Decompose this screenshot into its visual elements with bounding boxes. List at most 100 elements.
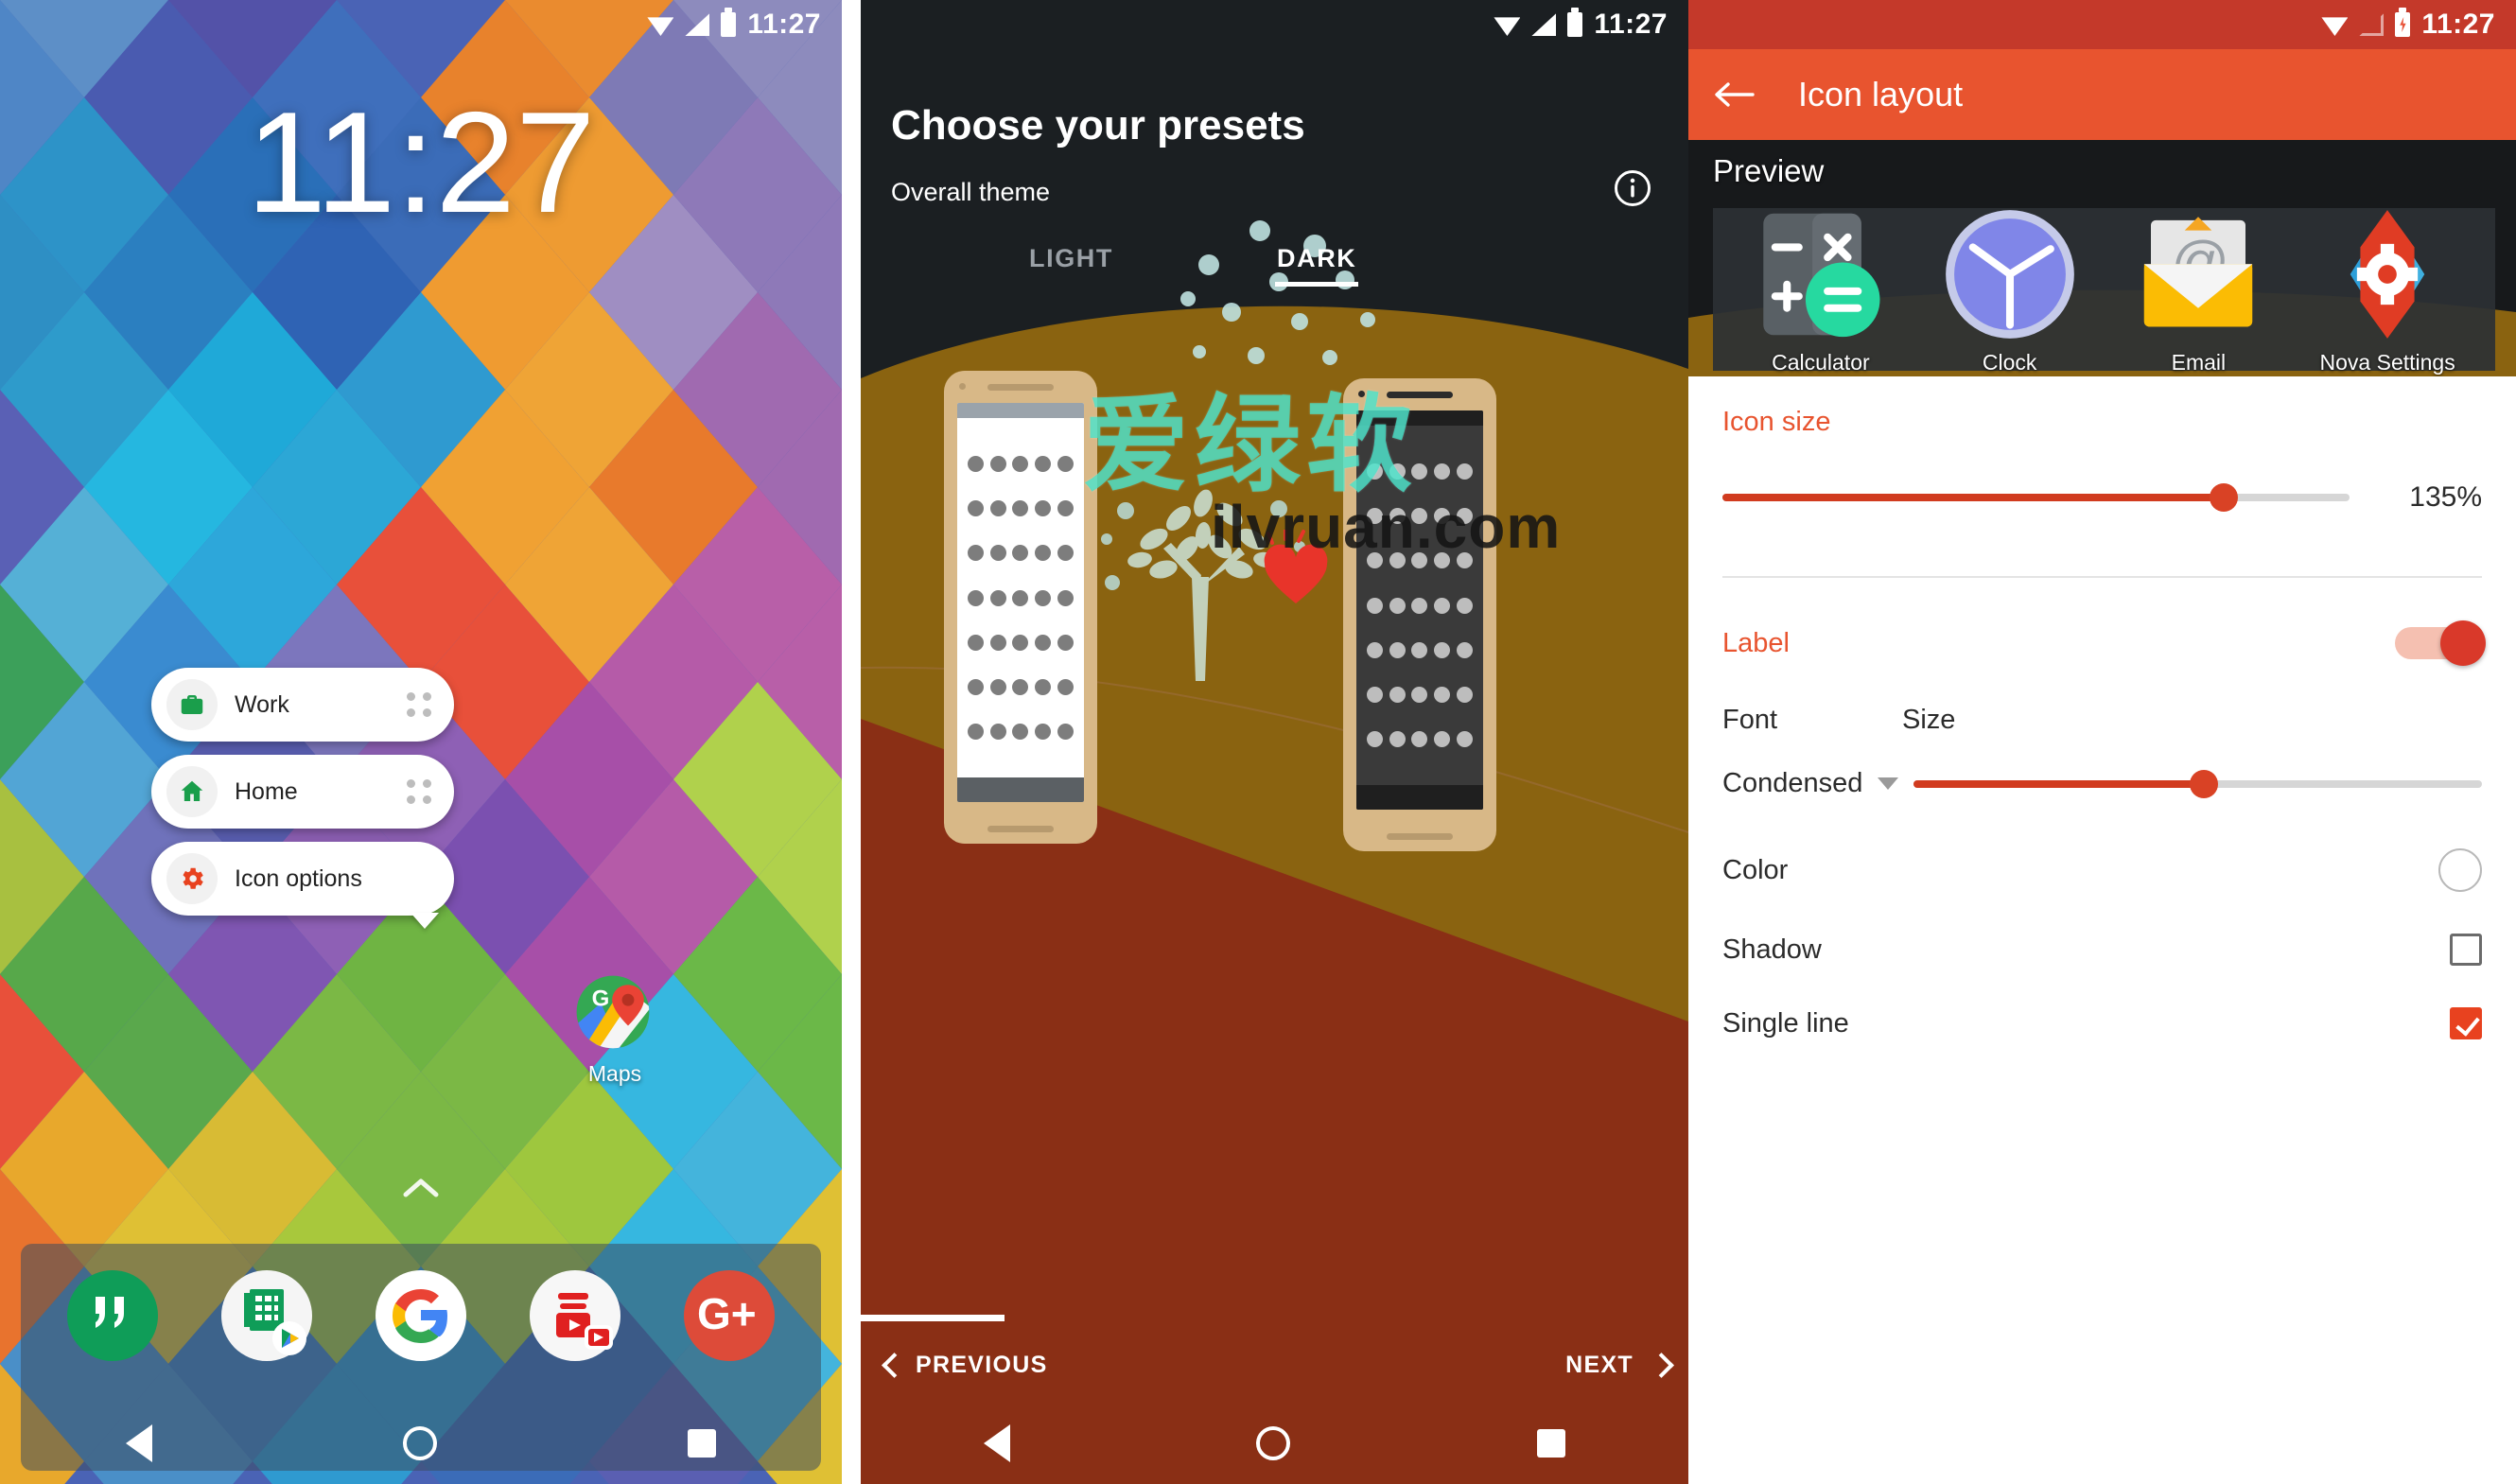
status-time: 11:27: [747, 9, 821, 40]
clock-widget: 11:27: [246, 82, 596, 243]
panel-gap: [842, 0, 861, 1484]
shadow-checkbox[interactable]: [2450, 934, 2482, 966]
battery-charging-icon: [2395, 8, 2411, 37]
settings-list: Icon size 135% Label Font Size Condensed…: [1688, 376, 2516, 1484]
preview-icon-grid: [1356, 426, 1483, 785]
dock-icon-hangouts[interactable]: [65, 1268, 160, 1363]
preview-card: Calculator Clock @ Email Nova Settings: [1713, 208, 2495, 375]
font-value: Condensed: [1722, 768, 1863, 798]
color-swatch[interactable]: [2438, 848, 2482, 892]
recents-icon[interactable]: [688, 1429, 717, 1458]
setting-color-row[interactable]: Color: [1722, 848, 2482, 892]
color-label: Color: [1722, 854, 1789, 885]
chevron-left-icon: [885, 1353, 899, 1376]
preview-app-nova-settings[interactable]: Nova Settings: [2316, 203, 2458, 375]
status-time: 11:27: [2421, 9, 2495, 40]
svg-text:G: G: [592, 986, 610, 1012]
panel-choose-presets: 11:27 Choose your presets Overall theme …: [861, 0, 1688, 1484]
signal-icon: [685, 13, 709, 36]
setting-icon-size: Icon size 135%: [1722, 407, 2482, 514]
next-label: NEXT: [1565, 1351, 1634, 1378]
preset-preview-light[interactable]: [944, 371, 1097, 844]
status-bar: 11:27: [1688, 0, 2516, 49]
icon-size-value: 135%: [2409, 481, 2482, 513]
icon-popup-menu: Work Home Icon options: [151, 668, 454, 929]
drag-grip-icon[interactable]: [407, 692, 431, 717]
icon-size-slider[interactable]: [1722, 483, 2350, 512]
drag-grip-icon[interactable]: [407, 779, 431, 804]
icon-size-label: Icon size: [1722, 407, 1831, 437]
setting-label-toggle-row: Label: [1722, 620, 2486, 666]
wifi-icon: [2321, 13, 2348, 36]
font-size-controls: Condensed: [1722, 768, 2482, 799]
wizard-footer: PREVIOUS NEXT: [861, 1327, 1688, 1403]
svg-text:G+: G+: [697, 1289, 757, 1338]
gear-icon: [166, 853, 218, 904]
signal-icon: [2359, 13, 2384, 36]
previous-button[interactable]: PREVIOUS: [885, 1352, 1048, 1379]
label-toggle[interactable]: [2395, 620, 2486, 666]
popup-item-icon-options[interactable]: Icon options: [151, 842, 454, 929]
popup-item-work[interactable]: Work: [151, 668, 454, 742]
font-header: Font: [1722, 705, 1778, 735]
dock-icon-google-plus[interactable]: G+: [682, 1268, 777, 1363]
icon-size-row: 135%: [1722, 481, 2482, 514]
chevron-down-icon: [1878, 777, 1899, 790]
chevron-right-icon: [1651, 1353, 1664, 1376]
single-line-checkbox[interactable]: [2450, 1007, 2482, 1039]
tab-light[interactable]: LIGHT: [1029, 244, 1113, 273]
clock-icon: [1939, 210, 2081, 349]
preview-app-email[interactable]: @ Email: [2127, 203, 2269, 375]
popup-pointer: [411, 913, 439, 929]
signal-icon: [1531, 13, 1556, 36]
preview-app-label: Clock: [1982, 350, 2037, 375]
panel-icon-layout: 11:27 Icon layout Preview Calculator Clo…: [1688, 0, 2516, 1484]
label-size-slider[interactable]: [1913, 769, 2482, 798]
home-icon[interactable]: [402, 1426, 437, 1460]
heart-illustration: [1253, 528, 1338, 615]
status-bar: 11:27: [0, 0, 842, 49]
dock-icon-sheets[interactable]: [219, 1268, 314, 1363]
popup-item-home[interactable]: Home: [151, 755, 454, 829]
setting-shadow-row[interactable]: Shadow: [1722, 934, 2482, 966]
preview-app-label: Calculator: [1772, 350, 1870, 375]
preview-app-clock[interactable]: Clock: [1939, 203, 2081, 375]
dock-icon-youtube-music[interactable]: [528, 1268, 622, 1363]
page-title: Choose your presets: [891, 102, 1305, 148]
setting-single-line-row[interactable]: Single line: [1722, 1007, 2482, 1039]
app-icon-maps[interactable]: G: [575, 974, 651, 1050]
battery-icon: [721, 8, 737, 37]
back-icon[interactable]: [125, 1424, 152, 1462]
divider: [1722, 576, 2482, 578]
font-dropdown[interactable]: Condensed: [1722, 768, 1902, 799]
preview-icon-grid: [957, 418, 1084, 777]
font-size-headers: Font Size: [1722, 705, 2482, 736]
popup-item-label: Work: [235, 690, 289, 718]
next-button[interactable]: NEXT: [1565, 1352, 1664, 1379]
tab-dark[interactable]: DARK: [1274, 244, 1359, 287]
nova-settings-icon: [2316, 210, 2458, 349]
chevron-up-icon: [402, 1176, 440, 1198]
preset-preview-dark[interactable]: [1343, 378, 1496, 851]
dock-icon-google[interactable]: [374, 1268, 468, 1363]
email-icon: @: [2127, 217, 2269, 349]
home-icon[interactable]: [1256, 1426, 1291, 1460]
petals-illustration: [1173, 214, 1409, 403]
preview-app-calculator[interactable]: Calculator: [1750, 203, 1892, 375]
info-icon[interactable]: [1613, 168, 1652, 208]
preview-section: Preview Calculator Clock @ Email Nova Se…: [1688, 140, 2516, 376]
battery-icon: [1567, 8, 1583, 37]
android-navbar: [861, 1403, 1688, 1484]
house-icon: [166, 766, 218, 817]
recents-icon[interactable]: [1536, 1429, 1565, 1458]
calculator-icon: [1750, 213, 1892, 349]
preview-app-label: Email: [2171, 350, 2227, 375]
preview-app-label: Nova Settings: [2319, 350, 2455, 375]
wifi-icon: [647, 13, 673, 36]
label-section-label: Label: [1722, 627, 1790, 658]
popup-item-label: Icon options: [235, 864, 362, 892]
wifi-icon: [1494, 13, 1520, 36]
back-icon[interactable]: [984, 1424, 1011, 1462]
status-bar: 11:27: [861, 0, 1688, 49]
back-arrow-icon[interactable]: [1713, 80, 1755, 109]
